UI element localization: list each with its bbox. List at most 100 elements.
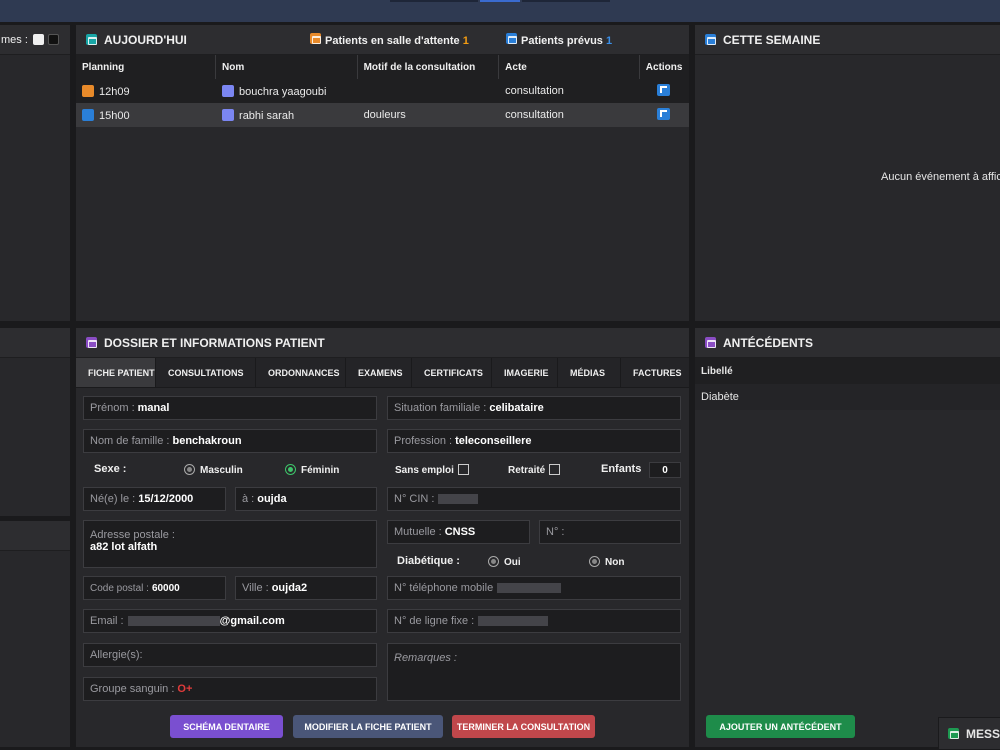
- waiting-patients-summary[interactable]: Patients en salle d'attente 1: [310, 32, 469, 47]
- situation-label: Situation familiale :: [394, 402, 487, 414]
- col-nom[interactable]: Nom: [215, 55, 358, 79]
- diabetique-non-radio[interactable]: Non: [589, 556, 624, 568]
- week-empty-message: Aucun événement à affich: [881, 171, 1000, 183]
- arrow-up-right-icon: [82, 108, 94, 121]
- patient-name[interactable]: rabhi sarah: [239, 110, 294, 122]
- groupe-label: Groupe sanguin :: [90, 683, 175, 695]
- tab-factures[interactable]: FACTURES: [621, 358, 689, 387]
- nav-tab-indicator-active[interactable]: [480, 0, 520, 2]
- clipboard-icon: [705, 337, 716, 348]
- enfants-input[interactable]: 0: [649, 462, 681, 478]
- a-label: à :: [242, 493, 255, 505]
- remarques-field[interactable]: Remarques :: [387, 643, 681, 701]
- terminer-consultation-button[interactable]: TERMINER LA CONSULTATION: [452, 715, 595, 738]
- groupe-sanguin-field[interactable]: Groupe sanguin : O+: [83, 677, 377, 701]
- situation-value: celibataire: [489, 402, 544, 414]
- list-item[interactable]: Diabète: [695, 384, 1000, 410]
- tab-medias[interactable]: MÉDIAS: [558, 358, 621, 387]
- planning-cell: 15h00: [76, 103, 216, 127]
- schema-dentaire-button[interactable]: SCHÉMA DENTAIRE: [170, 715, 283, 738]
- dossier-tabs: FICHE PATIENT CONSULTATIONS ORDONNANCES …: [76, 358, 689, 388]
- patient-name[interactable]: bouchra yaagoubi: [239, 86, 326, 98]
- ville-field[interactable]: Ville : oujda2: [235, 576, 377, 600]
- open-cursor-icon[interactable]: [657, 83, 671, 96]
- lieu-naissance-field[interactable]: à : oujda: [235, 487, 377, 511]
- today-table: Planning Nom Motif de la consultation Ac…: [76, 55, 689, 127]
- nav-tab-indicator[interactable]: [390, 0, 478, 2]
- planned-patients-summary[interactable]: Patients prévus 1: [506, 32, 613, 47]
- cin-label: N° CIN :: [394, 493, 435, 505]
- ligne-fixe-field[interactable]: N° de ligne fixe :: [387, 609, 681, 633]
- prenom-field[interactable]: Prénom : manal: [83, 396, 377, 420]
- col-motif[interactable]: Motif de la consultation: [357, 55, 500, 79]
- mutuelle-value: CNSS: [444, 526, 476, 538]
- nom-field[interactable]: Nom de famille : benchakroun: [83, 429, 377, 453]
- ville-value: oujda2: [271, 582, 308, 594]
- tab-fiche-patient[interactable]: FICHE PATIENT: [76, 358, 156, 387]
- tab-certificats[interactable]: CERTIFICATS: [412, 358, 492, 387]
- nom-label: Nom de famille :: [90, 435, 170, 447]
- date-naissance-field[interactable]: Né(e) le :15/12/2000: [83, 487, 226, 511]
- arrow-up-right-icon: [506, 32, 517, 44]
- fixe-label: N° de ligne fixe :: [394, 615, 475, 627]
- tab-imagerie[interactable]: IMAGERIE: [492, 358, 558, 387]
- adresse-field[interactable]: Adresse postale : a82 lot alfath: [83, 520, 377, 568]
- enfants-label: Enfants: [601, 463, 642, 475]
- modifier-fiche-button[interactable]: MODIFIER LA FICHE PATIENT: [293, 715, 443, 738]
- situation-field[interactable]: Situation familiale : celibataire: [387, 396, 681, 420]
- mutuelle-numero-field[interactable]: N° :: [539, 520, 681, 544]
- radio-unselected-icon: [184, 464, 195, 475]
- prenom-value: manal: [137, 402, 170, 414]
- left-top-panel: mes :: [0, 24, 71, 322]
- mutuelle-field[interactable]: Mutuelle : CNSS: [387, 520, 530, 544]
- today-panel: AUJOURD'HUI Patients en salle d'attente …: [75, 24, 690, 322]
- tab-consultations[interactable]: CONSULTATIONS: [156, 358, 256, 387]
- retraite-checkbox[interactable]: Retraité: [508, 464, 561, 476]
- cin-field[interactable]: N° CIN :: [387, 487, 681, 511]
- a-value: oujda: [257, 493, 287, 505]
- dark-theme-swatch[interactable]: [47, 34, 59, 45]
- col-planning[interactable]: Planning: [76, 55, 217, 79]
- folder-icon: [86, 337, 97, 348]
- masculin-radio[interactable]: Masculin: [184, 464, 243, 476]
- patient-color-tag: [222, 84, 235, 97]
- allergies-label: Allergie(s):: [90, 649, 143, 661]
- antecedents-header: ANTÉCÉDENTS: [695, 328, 1000, 358]
- allergies-field[interactable]: Allergie(s):: [83, 643, 377, 667]
- groupe-value: O+: [177, 683, 193, 695]
- messages-panel-header[interactable]: MESS: [938, 717, 1000, 750]
- col-actions[interactable]: Actions: [639, 55, 689, 79]
- antecedents-column-header[interactable]: Libellé: [695, 358, 1000, 384]
- tel-label: N° téléphone mobile: [394, 582, 494, 594]
- code-postal-field[interactable]: Code postal :60000: [83, 576, 226, 600]
- antecedents-title: ANTÉCÉDENTS: [723, 335, 814, 350]
- nav-tab-indicator[interactable]: [522, 0, 610, 2]
- adresse-value: a82 lot alfath: [90, 541, 158, 553]
- light-theme-swatch[interactable]: [32, 34, 44, 45]
- email-label: Email :: [90, 615, 124, 627]
- tab-examens[interactable]: EXAMENS: [346, 358, 412, 387]
- email-field[interactable]: Email : @gmail.com: [83, 609, 377, 633]
- time-value: 15h00: [99, 109, 130, 122]
- col-acte[interactable]: Acte: [498, 55, 640, 79]
- profession-field[interactable]: Profession : teleconseillere: [387, 429, 681, 453]
- dossier-title: DOSSIER ET INFORMATIONS PATIENT: [104, 335, 325, 350]
- diabetique-oui-radio[interactable]: Oui: [488, 556, 521, 568]
- sans-emploi-checkbox[interactable]: Sans emploi: [395, 464, 469, 476]
- open-cursor-icon[interactable]: [657, 107, 671, 120]
- telephone-mobile-field[interactable]: N° téléphone mobile: [387, 576, 681, 600]
- planned-count: 1: [605, 34, 613, 47]
- ajouter-antecedent-button[interactable]: AJOUTER UN ANTÉCÉDENT: [706, 715, 855, 738]
- week-header: CETTE SEMAINE: [695, 25, 1000, 55]
- actions-cell: [639, 79, 688, 103]
- table-row[interactable]: 15h00 rabhi sarah douleurs consultation: [76, 103, 689, 127]
- ne-value: 15/12/2000: [138, 493, 194, 505]
- feminin-radio[interactable]: Féminin: [285, 464, 339, 476]
- messages-title: MESS: [966, 726, 1000, 741]
- cp-value: 60000: [151, 582, 180, 594]
- ne-label: Né(e) le :: [90, 493, 136, 505]
- planned-label: Patients prévus: [521, 34, 603, 47]
- radio-selected-icon: [285, 464, 296, 475]
- table-row[interactable]: 12h09 bouchra yaagoubi consultation: [76, 79, 689, 103]
- tab-ordonnances[interactable]: ORDONNANCES: [256, 358, 346, 387]
